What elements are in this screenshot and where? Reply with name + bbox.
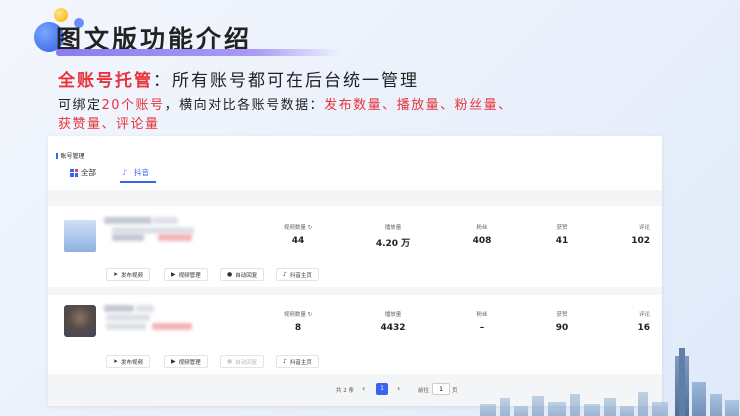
metric-fans-value: 408 xyxy=(472,236,492,246)
avatar xyxy=(64,220,96,252)
metric-comments-label: 评论 xyxy=(638,312,650,318)
feature-line-3: 获赞量、评论量 xyxy=(58,117,160,132)
panel-spacer xyxy=(48,190,662,206)
metric-views-label: 播放量 xyxy=(384,225,402,231)
metric-views-value: 4.20 万 xyxy=(375,239,411,249)
goto-unit: 页 xyxy=(452,388,458,394)
metric-views-label: 播放量 xyxy=(384,312,402,318)
tiktok-icon: ♪ xyxy=(283,358,287,365)
feature-description: ：所有账号都可在后台统一管理 xyxy=(153,71,419,91)
metric-fans: 粉丝 – xyxy=(442,310,522,333)
metric-videos-label: 视频数量 ↻ xyxy=(283,225,313,231)
blurred-text xyxy=(112,234,144,241)
douyin-homepage-button[interactable]: ♪ 抖音主页 xyxy=(276,268,319,281)
goto-label: 前往 xyxy=(418,388,430,394)
tab-all-label: 全部 xyxy=(81,168,96,177)
feature-highlight: 全账号托管 xyxy=(58,71,153,91)
section-label: 账号管理 xyxy=(56,151,85,160)
metric-videos-value: 8 xyxy=(294,323,302,333)
line2-text-b: ，横向对比各账号数据： xyxy=(164,98,325,113)
chevron-right-icon[interactable]: › xyxy=(397,384,400,393)
auto-reply-button[interactable]: ● 自动回复 xyxy=(220,268,265,281)
line2-metrics: 发布数量、播放量、粉丝量、 xyxy=(324,98,513,113)
feature-line-1: 全账号托管：所有账号都可在后台统一管理 xyxy=(58,66,419,91)
grid-icon xyxy=(70,168,78,177)
send-icon: ➤ xyxy=(113,358,119,365)
metric-fans: 粉丝 408 xyxy=(442,223,522,246)
auto-reply-button[interactable]: ● 自动回复 xyxy=(220,355,265,368)
chat-icon: ● xyxy=(227,358,233,365)
metric-fans-label: 粉丝 xyxy=(476,225,488,231)
pagination-total: 共 2 条 xyxy=(336,388,354,394)
panel-header: 账号管理 全部 ♪ 抖音 xyxy=(48,136,662,190)
feature-line-2: 可绑定20个账号，横向对比各账号数据：发布数量、播放量、粉丝量、 xyxy=(58,94,513,113)
title-underline xyxy=(56,49,340,56)
douyin-homepage-button[interactable]: ♪ 抖音主页 xyxy=(276,355,319,368)
metric-videos: 视频数量 ↻ 44 xyxy=(258,223,338,246)
metric-comments-value: 16 xyxy=(637,323,650,333)
chat-icon: ● xyxy=(227,271,233,278)
metric-views: 播放量 4432 xyxy=(353,310,433,333)
tab-all[interactable]: 全部 xyxy=(70,167,96,178)
active-tab-indicator xyxy=(120,181,156,183)
blurred-text xyxy=(112,227,194,234)
chevron-left-icon[interactable]: ‹ xyxy=(362,384,365,393)
publish-video-button[interactable]: ➤ 发布视频 xyxy=(106,355,151,368)
video-icon: ▶ xyxy=(171,358,176,365)
metric-fans-label: 粉丝 xyxy=(476,312,488,318)
city-skyline-illustration xyxy=(470,345,740,416)
metric-videos: 视频数量 ↻ 8 xyxy=(258,310,338,333)
video-manage-button[interactable]: ▶ 视频管理 xyxy=(164,268,208,281)
blurred-text xyxy=(152,323,192,330)
metric-comments: 评论 16 xyxy=(570,310,650,333)
metric-comments-label: 评论 xyxy=(638,225,650,231)
blurred-text xyxy=(152,217,178,224)
tiktok-icon: ♪ xyxy=(122,168,128,177)
avatar xyxy=(64,305,96,337)
publish-video-button[interactable]: ➤ 发布视频 xyxy=(106,268,151,281)
line2-highlight: 20个账号 xyxy=(101,98,165,113)
blurred-text xyxy=(106,323,146,330)
card-divider xyxy=(48,287,662,295)
video-icon: ▶ xyxy=(171,271,176,278)
metric-comments-value: 102 xyxy=(631,236,650,246)
blurred-text xyxy=(158,234,192,241)
blurred-text xyxy=(136,305,154,312)
metric-views-value: 4432 xyxy=(380,323,406,333)
blurred-account-name xyxy=(104,305,134,312)
tab-douyin[interactable]: ♪ 抖音 xyxy=(122,167,149,178)
metric-fans-value: – xyxy=(479,323,485,333)
tiktok-icon: ♪ xyxy=(283,271,287,278)
account-card: 视频数量 ↻ 44 播放量 4.20 万 粉丝 408 获赞 41 评论 102… xyxy=(48,206,662,287)
tab-douyin-label: 抖音 xyxy=(134,168,149,177)
metric-comments: 评论 102 xyxy=(570,223,650,246)
video-manage-button[interactable]: ▶ 视频管理 xyxy=(164,355,208,368)
blurred-account-name xyxy=(104,217,152,224)
blurred-text xyxy=(106,314,150,321)
metric-videos-value: 44 xyxy=(291,236,305,246)
metric-views: 播放量 4.20 万 xyxy=(353,223,433,249)
send-icon: ➤ xyxy=(113,271,119,278)
metric-videos-label: 视频数量 ↻ xyxy=(283,312,313,318)
line2-text-a: 可绑定 xyxy=(58,98,102,113)
page-button-current[interactable]: 1 xyxy=(376,383,388,395)
goto-page-input[interactable] xyxy=(432,383,450,395)
